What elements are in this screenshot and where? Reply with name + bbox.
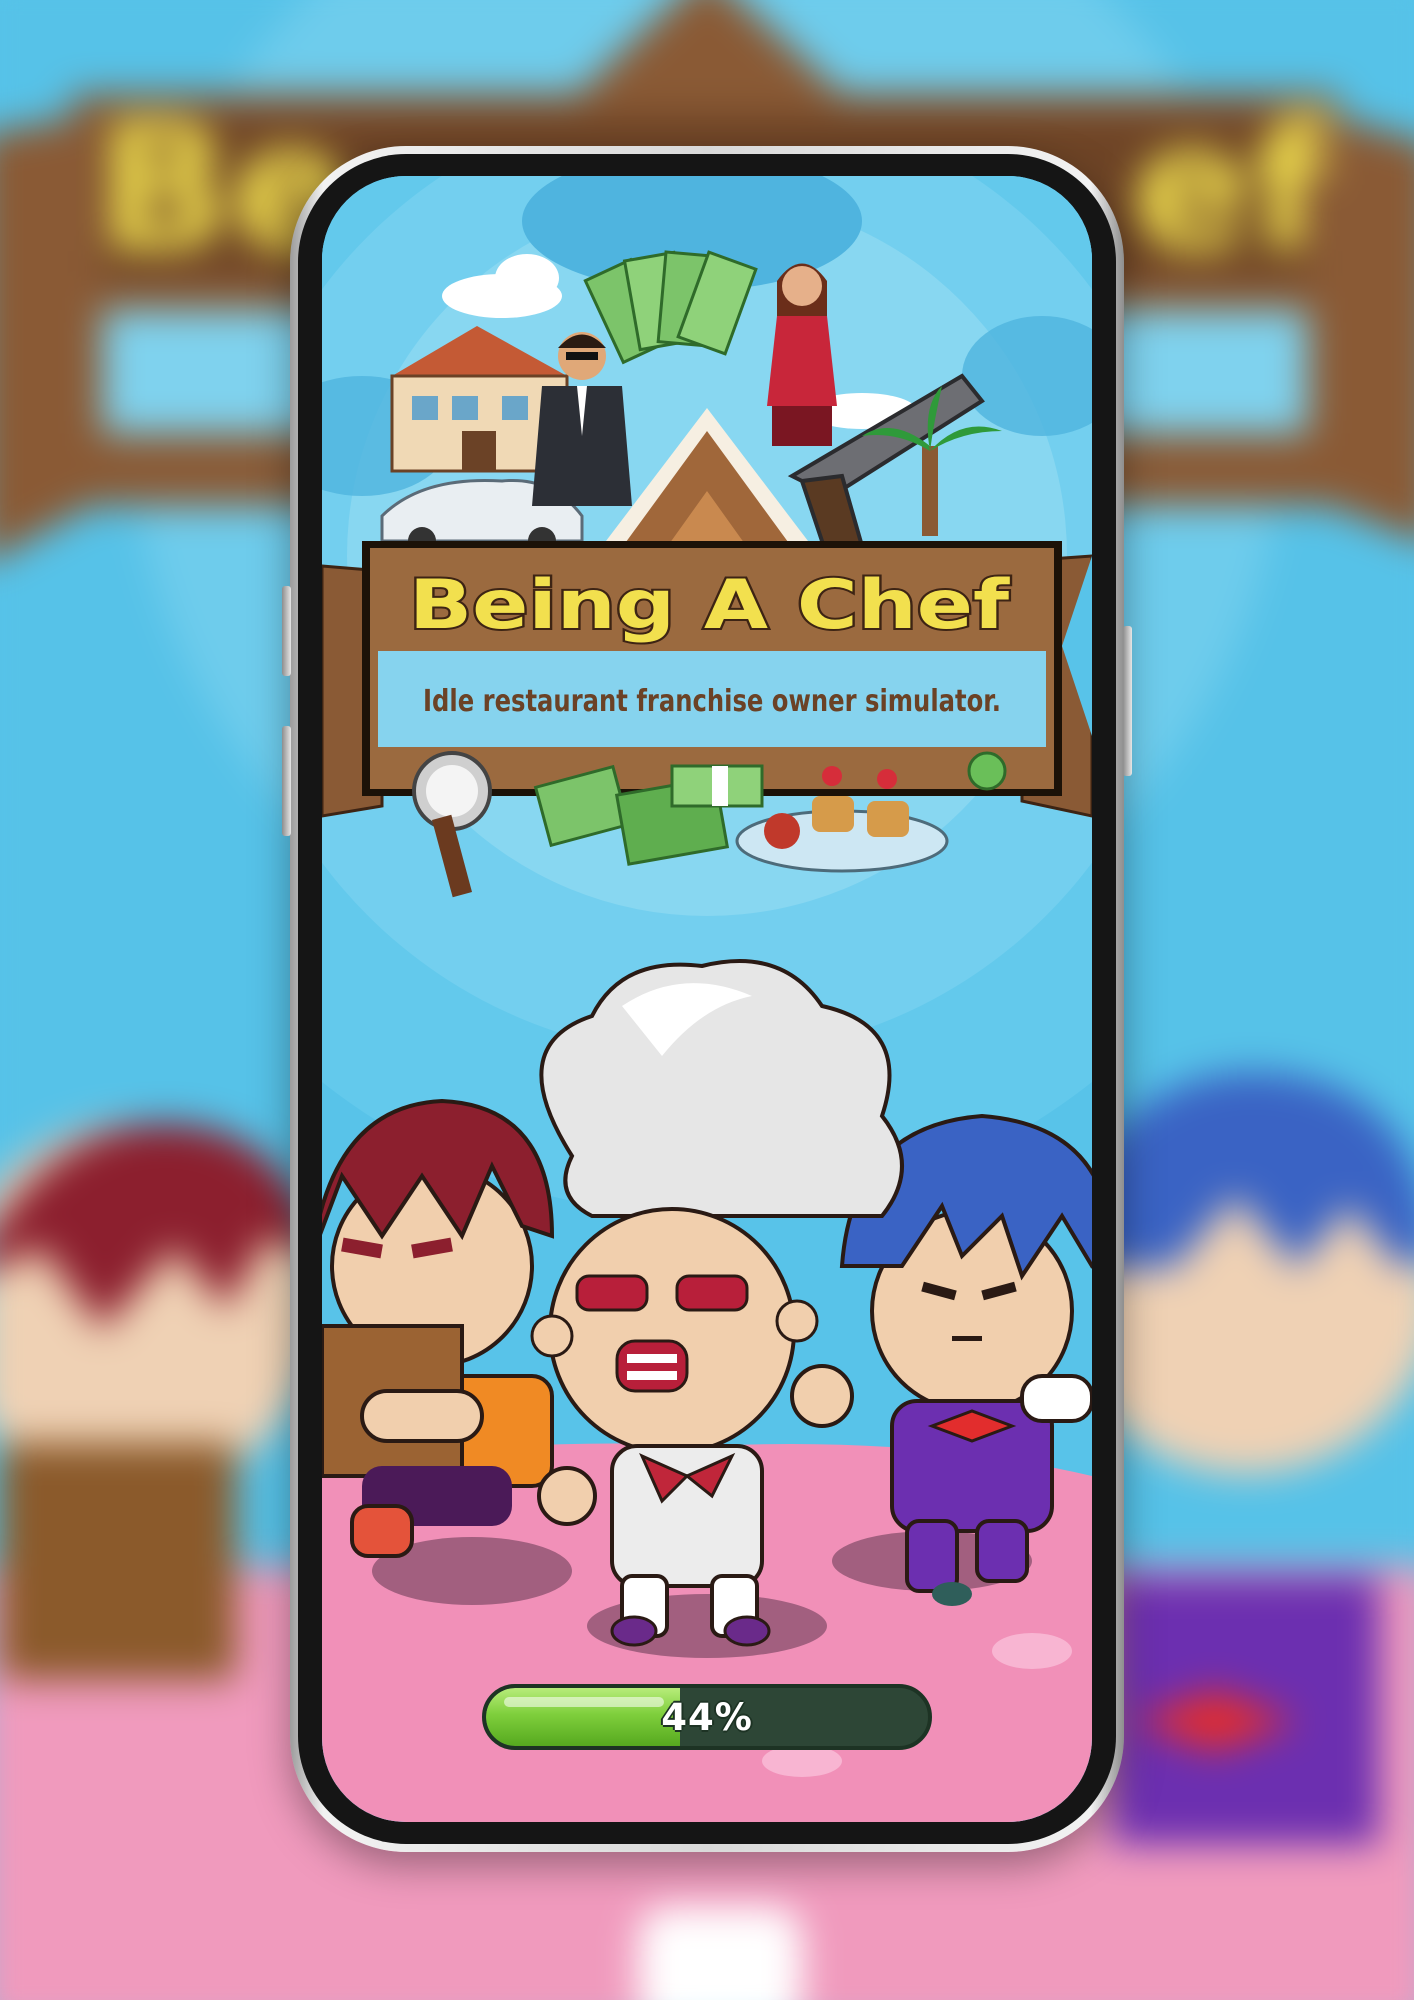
- loading-scene: Being A Chef Idle restaurant franchise o…: [322, 176, 1092, 1822]
- loading-progress-bar: 44%: [482, 1684, 932, 1750]
- loading-progress-label: 44%: [661, 1695, 753, 1739]
- phone-power-button: [1123, 626, 1132, 776]
- coin-icon: [967, 751, 1007, 791]
- game-subtitle: Idle restaurant franchise owner simulato…: [423, 684, 1001, 719]
- glamour-woman-icon: [767, 263, 837, 446]
- game-screen[interactable]: Being A Chef Idle restaurant franchise o…: [322, 176, 1092, 1822]
- phone-mockup: Being A Chef Idle restaurant franchise o…: [282, 146, 1132, 1852]
- game-title: Being A Chef: [409, 566, 1011, 645]
- game-promo-stage: Be ef Being A Chef Idle restaurant franc…: [0, 0, 1414, 2000]
- phone-volume-up-button: [282, 586, 291, 676]
- svg-text:ef: ef: [1132, 86, 1329, 290]
- phone-volume-down-button: [282, 726, 291, 836]
